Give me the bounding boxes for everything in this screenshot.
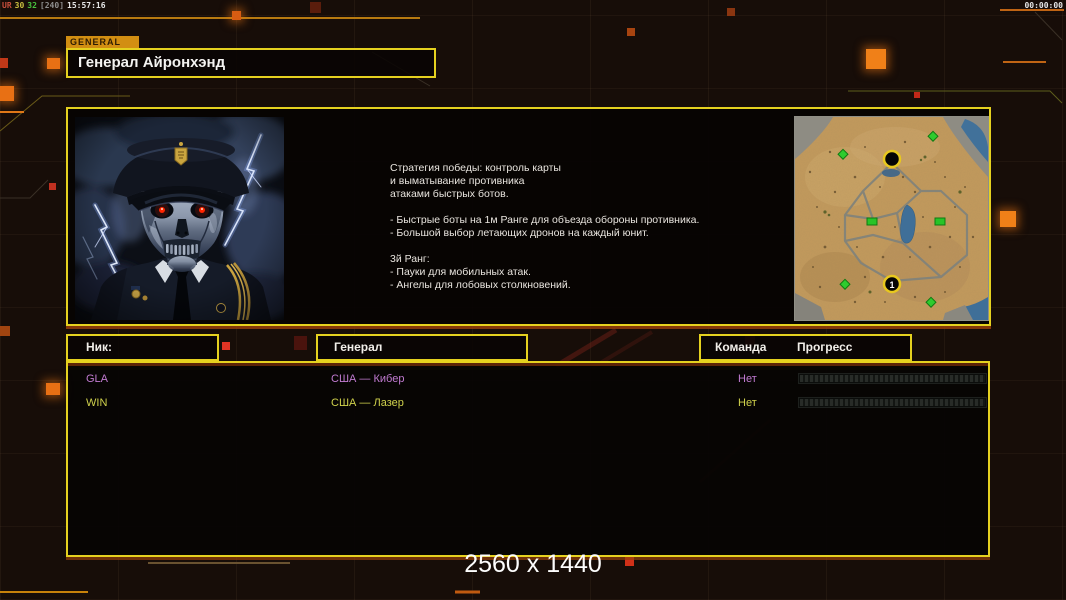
player-nick: WIN	[86, 397, 108, 409]
tab-general[interactable]: GENERAL	[66, 36, 139, 48]
lobby-screen: UR 30 32 [240] 15:57:16 00:00:00 GENERAL Ген…	[0, 0, 1066, 600]
decor-square	[49, 183, 56, 190]
player-nick: GLA	[86, 373, 109, 385]
decor-square	[47, 58, 60, 69]
decor-square	[914, 92, 920, 98]
general-title: Генерал Айронхэнд	[78, 54, 226, 71]
strategy-text: Стратегия победы: контроль карты и вымат…	[390, 162, 700, 291]
debug-value: 32	[27, 1, 37, 10]
decor-square	[1000, 211, 1016, 227]
decor-square	[866, 49, 886, 69]
decor-square	[222, 342, 230, 350]
decor-square	[0, 58, 8, 68]
decor-square	[627, 28, 635, 36]
decor-square	[727, 8, 735, 16]
player-general: США — Лазер	[331, 397, 404, 409]
player-general: США — Кибер	[331, 373, 405, 385]
match-timer: 00:00:00	[1024, 1, 1063, 10]
debug-overlay: UR 30 32 [240] 15:57:16	[2, 1, 109, 10]
decor-square	[310, 2, 321, 13]
debug-fps: 30	[14, 1, 25, 10]
general-portrait	[75, 117, 284, 320]
progress-bar	[798, 373, 987, 384]
decor-square	[294, 336, 307, 350]
decor-square	[0, 326, 10, 336]
player-team: Нет	[738, 373, 757, 385]
resolution-label: 2560 x 1440	[464, 550, 602, 578]
spawn-top	[882, 149, 902, 169]
minimap[interactable]: 1	[794, 116, 989, 321]
header-progress: Прогресс	[797, 340, 853, 354]
header-nick-box: Ник:	[66, 334, 219, 361]
header-general: Генерал	[334, 340, 383, 354]
debug-clock: 15:57:16	[67, 1, 106, 10]
debug-cap: [240]	[39, 1, 65, 10]
decor-square	[46, 383, 60, 395]
decor-square	[0, 86, 14, 101]
general-title-box: Генерал Айронхэнд	[66, 48, 436, 78]
header-general-box: Генерал	[316, 334, 528, 361]
header-team-progress-box: Команда Прогресс	[699, 334, 912, 361]
header-nick: Ник:	[86, 340, 113, 354]
decor-square	[232, 11, 241, 20]
progress-bar	[798, 397, 987, 408]
general-info-panel: Стратегия победы: контроль карты и вымат…	[66, 107, 991, 326]
player-row[interactable]: WIN США — Лазер Нет	[68, 392, 988, 414]
players-panel: GLA США — Кибер Нет WIN США — Лазер Нет	[66, 361, 990, 557]
player-team: Нет	[738, 397, 757, 409]
debug-ur: UR	[2, 1, 12, 10]
player-row[interactable]: GLA США — Кибер Нет	[68, 368, 988, 390]
spawn-number: 1	[889, 280, 894, 290]
header-team: Команда	[715, 340, 767, 354]
